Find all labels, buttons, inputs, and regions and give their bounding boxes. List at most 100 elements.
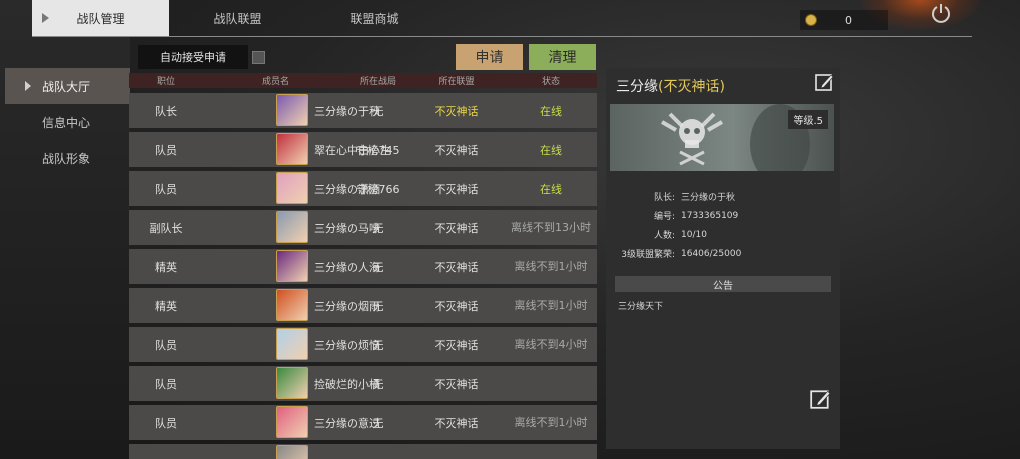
- table-row[interactable]: 队员 三分缘の意过无不灭神话 离线不到1小时: [129, 405, 597, 440]
- member-role: 队员: [155, 182, 177, 196]
- member-status: 在线: [540, 143, 562, 157]
- member-status: 离线不到1小时: [514, 415, 588, 429]
- member-battle: [348, 444, 408, 459]
- member-cell: [203, 444, 348, 459]
- member-alliance: 不灭神话: [434, 221, 479, 235]
- avatar[interactable]: [276, 133, 308, 165]
- table-row[interactable]: 副队长 三分缘の马嗦无不灭神话 离线不到13小时: [129, 210, 597, 245]
- info-value: 10/10: [681, 229, 707, 240]
- tab-alliance-shop[interactable]: 联盟商城: [306, 0, 443, 36]
- edit-notice-icon[interactable]: [809, 388, 831, 410]
- member-cell: 捡破烂的小橘: [203, 366, 380, 401]
- member-alliance: 不灭神话: [434, 143, 479, 157]
- info-row-leader: 队长: 三分缘の于秋: [606, 187, 840, 206]
- avatar[interactable]: [276, 445, 308, 459]
- info-key: 人数:: [653, 231, 675, 241]
- member-role: 队长: [155, 104, 177, 118]
- team-name: 三分缘: [616, 79, 658, 95]
- member-role: [129, 444, 203, 459]
- member-alliance: 不灭神话: [434, 260, 479, 274]
- nav-arrow-icon: [25, 81, 31, 91]
- info-key: 3级联盟繁荣:: [621, 250, 675, 260]
- member-alliance: 不灭神话: [434, 416, 479, 430]
- member-name: 三分缘の意过: [314, 417, 380, 430]
- tab-label: 战队联盟: [213, 11, 262, 26]
- member-alliance: 不灭神话: [434, 182, 479, 196]
- power-icon[interactable]: [930, 2, 952, 24]
- header-battle: 所在战局: [359, 77, 396, 87]
- member-status: 离线不到1小时: [514, 259, 588, 273]
- member-role: 队员: [155, 416, 177, 430]
- table-row[interactable]: 精英 三分缘の烟雨无不灭神话 离线不到1小时: [129, 288, 597, 323]
- tab-team-alliance[interactable]: 战队联盟: [169, 0, 306, 36]
- tab-arrow-icon: [42, 13, 49, 23]
- tab-label: 联盟商城: [350, 11, 399, 26]
- member-table-body[interactable]: 队长 三分缘の于秋无不灭神话 在线 队员 翠在心中由心生 守榜745 不灭神话 在线 队员 三分缘…: [129, 93, 597, 459]
- member-status: 离线不到1小时: [514, 298, 588, 312]
- member-name: 三分缘の潇洒: [314, 183, 380, 196]
- member-alliance: [408, 444, 505, 459]
- team-alliance-name: (不灭神话): [658, 79, 725, 95]
- table-row[interactable]: 队长 三分缘の于秋无不灭神话 在线: [129, 93, 597, 128]
- notice-header: 公告: [615, 276, 831, 292]
- member-name: 捡破烂的小橘: [314, 378, 380, 391]
- avatar[interactable]: [276, 406, 308, 438]
- member-status: 在线: [540, 104, 562, 118]
- tab-label: 战队管理: [76, 11, 125, 26]
- member-cell: 三分缘の于秋: [203, 93, 380, 128]
- tab-team-management[interactable]: 战队管理: [32, 0, 169, 36]
- currency-value: 0: [845, 13, 852, 27]
- member-cell: 三分缘の马嗦: [203, 210, 380, 245]
- table-row[interactable]: 队员 捡破烂的小橘无不灭神话: [129, 366, 597, 401]
- header-role: 职位: [156, 77, 175, 87]
- avatar[interactable]: [276, 172, 308, 204]
- member-status: 离线不到13小时: [511, 220, 591, 234]
- edit-team-icon[interactable]: [814, 72, 834, 92]
- auto-accept-checkbox[interactable]: [252, 51, 265, 64]
- team-level-badge: 等级.5: [788, 110, 828, 129]
- apply-button[interactable]: 申请: [456, 44, 523, 70]
- nav-item-info-center[interactable]: 信息中心: [5, 104, 130, 140]
- nav-label: 信息中心: [42, 115, 91, 130]
- table-row[interactable]: 队员 翠在心中由心生 守榜745 不灭神话 在线: [129, 132, 597, 167]
- table-row[interactable]: [129, 444, 597, 459]
- avatar[interactable]: [276, 94, 308, 126]
- info-row-count: 人数: 10/10: [606, 225, 840, 244]
- nav-item-team-image[interactable]: 战队形象: [5, 140, 130, 176]
- top-divider: [32, 36, 972, 37]
- info-value: 三分缘の于秋: [681, 193, 736, 203]
- avatar[interactable]: [276, 328, 308, 360]
- member-status: 在线: [540, 182, 562, 196]
- member-status: 离线不到4小时: [514, 337, 588, 351]
- member-role: 队员: [155, 338, 177, 352]
- team-info-list: 队长: 三分缘の于秋 编号: 1733365109 人数: 10/10 3级联盟…: [606, 187, 840, 263]
- member-cell: 三分缘の烟雨: [203, 288, 380, 323]
- member-name: 翠在心中由心生: [314, 144, 391, 157]
- team-info-panel: 三分缘(不灭神话) 等级.5 队长: 三分缘の于秋 编号: 1733365109…: [606, 68, 840, 449]
- member-alliance: 不灭神话: [434, 299, 479, 313]
- member-cell: 三分缘の潇洒: [203, 171, 380, 206]
- member-cell: 翠在心中由心生: [203, 132, 391, 167]
- table-row[interactable]: 精英 三分缘の人海无不灭神话 离线不到1小时: [129, 249, 597, 284]
- info-key: 编号:: [653, 212, 675, 222]
- table-row[interactable]: 队员 三分缘の烦恼无不灭神话 离线不到4小时: [129, 327, 597, 362]
- notice-text: 三分缘天下: [618, 302, 664, 312]
- avatar[interactable]: [276, 250, 308, 282]
- auto-accept-label: 自动接受申请: [138, 45, 248, 69]
- avatar[interactable]: [276, 211, 308, 243]
- avatar[interactable]: [276, 367, 308, 399]
- member-alliance: 不灭神话: [434, 377, 479, 391]
- clean-button[interactable]: 清理: [529, 44, 596, 70]
- member-cell: 三分缘の烦恼: [203, 327, 380, 362]
- avatar[interactable]: [276, 289, 308, 321]
- info-row-id: 编号: 1733365109: [606, 206, 840, 225]
- member-role: 精英: [155, 299, 177, 313]
- team-banner: 等级.5: [610, 104, 834, 171]
- info-value: 16406/25000: [681, 248, 742, 259]
- nav-item-team-hall[interactable]: 战队大厅: [5, 68, 130, 104]
- header-member-name: 成员名: [261, 77, 289, 87]
- info-key: 队长:: [653, 193, 675, 203]
- member-alliance: 不灭神话: [434, 338, 479, 352]
- table-row[interactable]: 队员 三分缘の潇洒 守榜766 不灭神话 在线: [129, 171, 597, 206]
- member-alliance: 不灭神话: [434, 104, 479, 118]
